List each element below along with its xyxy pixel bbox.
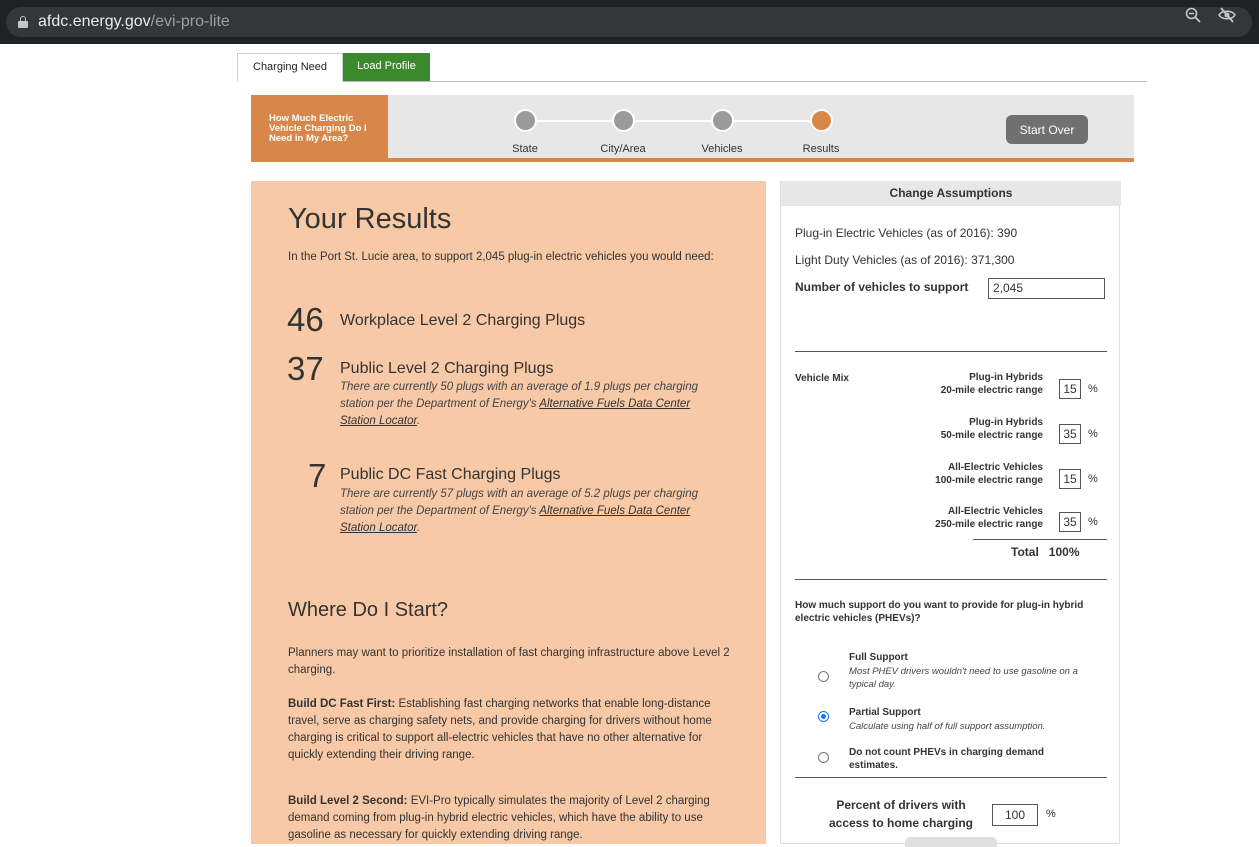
mix-total: Total 100%	[1011, 545, 1080, 559]
step-dot	[513, 109, 537, 132]
result-title: Public Level 2 Charging Plugs	[340, 360, 554, 377]
result-count: 7	[308, 457, 327, 494]
mix-type: All-Electric Vehicles	[947, 506, 1043, 517]
vehicles-to-support-input[interactable]: 2,045	[988, 278, 1105, 299]
step-city-area[interactable]: City/Area	[573, 109, 673, 155]
mix-row-label: Plug-in Hybrids 50-mile electric range	[941, 416, 1043, 442]
browser-toolbar: afdc.energy.gov/evi-pro-lite	[0, 0, 1259, 44]
eye-off-icon[interactable]	[1218, 7, 1236, 23]
total-label: Total	[1011, 545, 1039, 559]
partial-support-radio[interactable]	[818, 711, 829, 722]
mix-row-label: All-Electric Vehicles 250-mile electric r…	[935, 505, 1043, 531]
no-count-radio[interactable]	[818, 752, 829, 763]
phev-support-question: How much support do you want to provide …	[795, 600, 1084, 624]
mix-row-label: All-Electric Vehicles 100-mile electric r…	[935, 461, 1043, 487]
address-bar[interactable]: afdc.energy.gov/evi-pro-lite	[6, 7, 1252, 37]
divider	[795, 579, 1107, 580]
note-end: .	[416, 415, 421, 427]
zoom-out-icon[interactable]	[1185, 7, 1201, 23]
support-label: Number of vehicles to support	[795, 280, 969, 294]
url-domain: afdc.energy.gov	[38, 13, 151, 30]
vehicle-mix-label: Vehicle Mix	[795, 373, 849, 384]
full-support-radio[interactable]	[818, 671, 829, 682]
mix-range: 20-mile electric range	[940, 385, 1043, 396]
option-title: Partial Support	[849, 707, 921, 718]
pct-sign: %	[1046, 808, 1056, 820]
bev250-input[interactable]: 35	[1059, 512, 1081, 532]
divider	[795, 351, 1107, 352]
step-dot	[710, 109, 734, 132]
step-label: City/Area	[600, 143, 646, 155]
start-over-button[interactable]: Start Over	[1006, 115, 1088, 144]
para-bold: Build DC Fast First:	[288, 698, 396, 710]
home-charging-label: Percent of drivers with access to home c…	[828, 798, 974, 830]
bev100-input[interactable]: 15	[1059, 469, 1081, 489]
mix-type: Plug-in Hybrids	[969, 417, 1043, 428]
home-charging-input[interactable]: 100	[992, 804, 1038, 826]
step-state[interactable]: State	[475, 109, 575, 155]
divider	[795, 777, 1107, 778]
mix-type: All-Electric Vehicles	[947, 462, 1043, 473]
paragraph: Planners may want to prioritize installa…	[288, 647, 730, 676]
results-panel: Your Results In the Port St. Lucie area,…	[251, 181, 766, 844]
mix-range: 100-mile electric range	[935, 475, 1043, 486]
step-dot	[611, 109, 635, 132]
result-count: 37	[287, 350, 324, 387]
mix-row-label: Plug-in Hybrids 20-mile electric range	[941, 371, 1043, 397]
pev-count: Plug-in Electric Vehicles (as of 2016): …	[795, 226, 1018, 240]
option-title: Do not count PHEVs in charging demand es…	[849, 747, 1045, 771]
ldv-count: Light Duty Vehicles (as of 2016): 371,30…	[795, 253, 1015, 267]
phev20-input[interactable]: 15	[1059, 379, 1081, 399]
option-desc: Calculate using half of full support ass…	[849, 721, 1046, 732]
phev50-input[interactable]: 35	[1059, 424, 1081, 444]
step-label: Vehicles	[701, 143, 743, 155]
banner-title: How Much Electric Vehicle Charging Do I …	[251, 95, 388, 158]
assumptions-heading: Change Assumptions	[781, 181, 1121, 206]
result-note: There are currently 57 plugs with an ave…	[340, 486, 710, 537]
tab-bar: Charging Need Load Profile	[237, 53, 1147, 82]
results-heading: Your Results	[288, 203, 452, 235]
step-label: State	[512, 143, 538, 155]
step-dot-active	[809, 109, 833, 132]
tab-charging-need[interactable]: Charging Need	[237, 53, 343, 82]
total-value: 100%	[1048, 545, 1080, 559]
pct-sign: %	[1088, 383, 1098, 395]
progress-banner: How Much Electric Vehicle Charging Do I …	[251, 95, 1134, 162]
step-results[interactable]: Results	[771, 109, 871, 155]
step-label: Results	[802, 143, 840, 155]
step-vehicles[interactable]: Vehicles	[672, 109, 772, 155]
result-note: There are currently 50 plugs with an ave…	[340, 379, 710, 430]
mix-range: 250-mile electric range	[935, 519, 1043, 530]
paragraph: Build Level 2 Second: EVI-Pro typically …	[288, 793, 733, 844]
assumptions-panel: Change Assumptions Plug-in Electric Vehi…	[780, 181, 1121, 847]
option-title: Full Support	[849, 652, 908, 663]
para-bold: Build Level 2 Second:	[288, 795, 408, 807]
results-intro: In the Port St. Lucie area, to support 2…	[288, 251, 714, 263]
pct-sign: %	[1088, 473, 1098, 485]
result-title: Public DC Fast Charging Plugs	[340, 466, 561, 483]
option-desc: Most PHEV drivers wouldn't need to use g…	[849, 666, 1078, 690]
mix-type: Plug-in Hybrids	[969, 372, 1043, 383]
tab-load-profile[interactable]: Load Profile	[343, 53, 430, 81]
apply-button[interactable]	[905, 837, 997, 847]
result-count: 46	[287, 301, 324, 338]
pct-sign: %	[1088, 516, 1098, 528]
lock-icon[interactable]	[18, 16, 28, 28]
note-end: .	[416, 522, 421, 534]
url-path: /evi-pro-lite	[150, 13, 230, 30]
result-title: Workplace Level 2 Charging Plugs	[340, 312, 586, 329]
paragraph: Build DC Fast First: Establishing fast c…	[288, 696, 733, 764]
where-heading: Where Do I Start?	[288, 599, 449, 621]
total-divider	[973, 539, 1107, 540]
url-text[interactable]: afdc.energy.gov/evi-pro-lite	[38, 13, 230, 31]
pct-sign: %	[1088, 428, 1098, 440]
mix-range: 50-mile electric range	[940, 430, 1043, 441]
